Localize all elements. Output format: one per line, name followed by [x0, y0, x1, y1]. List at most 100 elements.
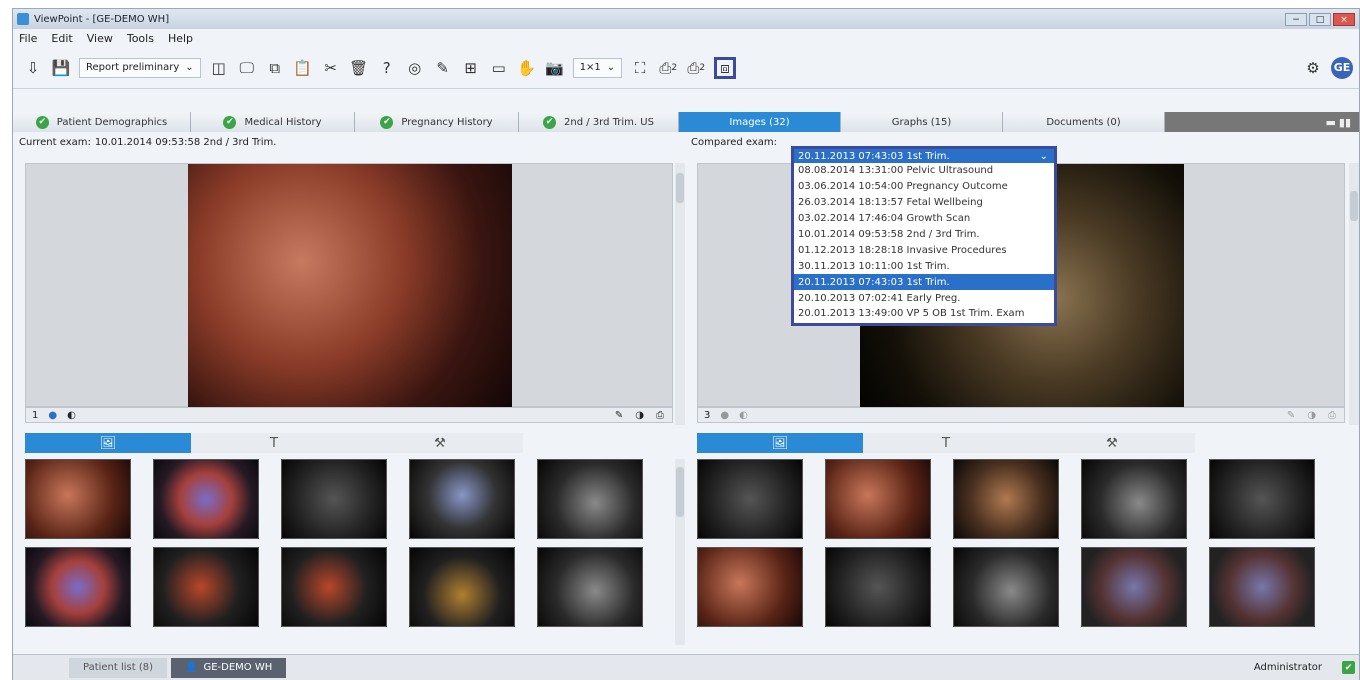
menu-file[interactable]: File — [19, 32, 37, 45]
dropdown-option[interactable]: 08.08.2014 13:31:00 Pelvic Ultrasound — [794, 163, 1054, 179]
dropdown-option[interactable]: 30.11.2013 10:11:00 1st Trim. — [794, 258, 1054, 274]
thumbnail[interactable] — [281, 459, 387, 539]
patient-list-tab[interactable]: Patient list (8) — [69, 657, 168, 678]
menu-tools[interactable]: Tools — [127, 32, 154, 45]
pen-icon[interactable]: ✎ — [1287, 410, 1295, 421]
right-subtabs: 🖼 T ⚒ — [697, 433, 1195, 453]
print-small-icon[interactable]: ⎙ — [656, 410, 664, 421]
pen-icon[interactable]: ✎ — [615, 410, 623, 421]
minimize-button[interactable]: − — [1285, 12, 1307, 26]
help-icon[interactable]: ? — [377, 57, 397, 79]
status-bar: Patient list (8) 👤 GE-DEMO WH Administra… — [13, 654, 1359, 680]
split-panel-icon[interactable]: ▮▮ — [1339, 116, 1351, 129]
thumbnail[interactable] — [409, 459, 515, 539]
print-small-icon[interactable]: ⎙ — [1328, 410, 1336, 421]
thumbnail[interactable] — [1209, 547, 1315, 627]
close-button[interactable]: × — [1333, 12, 1355, 26]
thumbnail[interactable] — [409, 547, 515, 627]
thumbnail[interactable] — [537, 459, 643, 539]
dropdown-option[interactable]: 03.02.2014 17:46:04 Growth Scan — [794, 211, 1054, 227]
tab-images[interactable]: Images (32) — [679, 112, 841, 132]
current-exam-label: Current exam: — [19, 136, 91, 148]
tab-documents[interactable]: Documents (0) — [1003, 112, 1165, 132]
subtab-text[interactable]: T — [191, 433, 357, 453]
fullscreen-icon[interactable]: ⛶ — [630, 57, 650, 79]
dropdown-option[interactable]: 26.03.2014 18:13:57 Fetal Wellbeing — [794, 195, 1054, 211]
archive-icon[interactable]: ▭ — [489, 57, 509, 79]
menu-edit[interactable]: Edit — [51, 32, 72, 45]
layout-value: 1×1 — [579, 62, 601, 73]
report-icon[interactable]: ◫ — [209, 57, 229, 79]
subtab-text[interactable]: T — [863, 433, 1029, 453]
dropdown-option[interactable]: 10.01.2014 09:53:58 2nd / 3rd Trim. — [794, 227, 1054, 243]
thumbnail[interactable] — [1081, 547, 1187, 627]
check-icon: ✔ — [35, 115, 49, 129]
thumbnail[interactable] — [953, 547, 1059, 627]
image-page-number: 3 — [704, 409, 711, 421]
current-image-viewer[interactable] — [25, 163, 673, 408]
subtab-tools[interactable]: ⚒ — [1029, 433, 1195, 453]
color-icon[interactable]: ● — [720, 410, 729, 421]
copy-icon[interactable]: ⧉ — [265, 57, 285, 79]
thumbnail[interactable] — [153, 547, 259, 627]
maximize-button[interactable]: □ — [1309, 12, 1331, 26]
hand-icon[interactable]: ✋ — [517, 57, 537, 79]
thumbnail[interactable] — [697, 547, 803, 627]
tab-graphs[interactable]: Graphs (15) — [841, 112, 1003, 132]
doppler-icon[interactable]: ◐ — [67, 410, 76, 421]
dropdown-option[interactable]: 01.12.2013 18:28:18 Invasive Procedures — [794, 242, 1054, 258]
thumbnail[interactable] — [25, 459, 131, 539]
thumbnail[interactable] — [1081, 459, 1187, 539]
doppler-icon[interactable]: ◐ — [739, 410, 748, 421]
grid-icon[interactable]: ⊞ — [461, 57, 481, 79]
compared-exam-dropdown[interactable]: 20.11.2013 07:43:03 1st Trim. ⌄ 08.08.20… — [791, 146, 1057, 326]
report-status-select[interactable]: Report preliminary ⌄ — [79, 57, 201, 78]
color-icon[interactable]: ● — [48, 410, 57, 421]
dropdown-option-selected[interactable]: 20.11.2013 07:43:03 1st Trim. — [794, 274, 1054, 291]
thumbnail[interactable] — [25, 547, 131, 627]
viewer-scrollbar[interactable] — [675, 163, 685, 425]
tab-pregnancy-history[interactable]: ✔ Pregnancy History — [355, 112, 519, 132]
edit-icon[interactable]: ✎ — [433, 57, 453, 79]
thumbnail[interactable] — [1209, 459, 1315, 539]
thumbnail[interactable] — [281, 547, 387, 627]
tab-patient-demographics[interactable]: ✔ Patient Demographics — [13, 112, 191, 132]
thumbnail[interactable] — [697, 459, 803, 539]
subtab-images[interactable]: 🖼 — [25, 433, 191, 453]
monitor-icon[interactable]: 🖵 — [237, 57, 257, 79]
viewer-scrollbar[interactable] — [1349, 163, 1359, 425]
contrast-icon[interactable]: ◑ — [1307, 410, 1316, 421]
thumbnail[interactable] — [825, 459, 931, 539]
thumbnail-scrollbar[interactable] — [675, 459, 685, 645]
subtab-images[interactable]: 🖼 — [697, 433, 863, 453]
menu-view[interactable]: View — [87, 32, 113, 45]
camera-icon[interactable]: 📷 — [545, 57, 565, 79]
contrast-icon[interactable]: ◑ — [635, 410, 644, 421]
compared-exam-select[interactable]: 20.11.2013 07:43:03 1st Trim. ⌄ — [794, 149, 1054, 163]
menu-help[interactable]: Help — [168, 32, 193, 45]
print-icon[interactable]: ⎙ 2 — [658, 57, 678, 79]
thumbnail[interactable] — [825, 547, 931, 627]
thumbnail[interactable] — [153, 459, 259, 539]
tab-2nd-3rd-trim-us[interactable]: ✔ 2nd / 3rd Trim. US — [519, 112, 679, 132]
delete-icon[interactable]: 🗑 — [349, 57, 369, 79]
globe-icon[interactable]: ◎ — [405, 57, 425, 79]
cut-icon[interactable]: ✂ — [321, 57, 341, 79]
current-user: Administrator — [1253, 662, 1322, 673]
paste-icon[interactable]: 📋 — [293, 57, 313, 79]
import-icon[interactable]: ⇩ — [23, 57, 43, 79]
tab-medical-history[interactable]: ✔ Medical History — [191, 112, 355, 132]
dropdown-option[interactable]: 03.06.2014 10:54:00 Pregnancy Outcome — [794, 179, 1054, 195]
dropdown-option[interactable]: 20.01.2013 13:49:00 VP 5 OB 1st Trim. Ex… — [794, 306, 1054, 322]
print-2-icon[interactable]: ⎙ 2 — [686, 57, 706, 79]
settings-icon[interactable]: ⚙ — [1303, 57, 1323, 79]
compare-icon[interactable]: ⧈ — [714, 56, 736, 79]
thumbnail[interactable] — [537, 547, 643, 627]
save-icon[interactable]: 💾 — [51, 57, 71, 79]
thumbnail[interactable] — [953, 459, 1059, 539]
patient-tab[interactable]: 👤 GE-DEMO WH — [171, 657, 287, 678]
layout-select[interactable]: 1×1 ⌄ — [572, 57, 623, 78]
dropdown-option[interactable]: 20.10.2013 07:02:41 Early Preg. — [794, 290, 1054, 306]
subtab-tools[interactable]: ⚒ — [357, 433, 523, 453]
minimize-panel-icon[interactable]: ▬ — [1325, 116, 1335, 129]
